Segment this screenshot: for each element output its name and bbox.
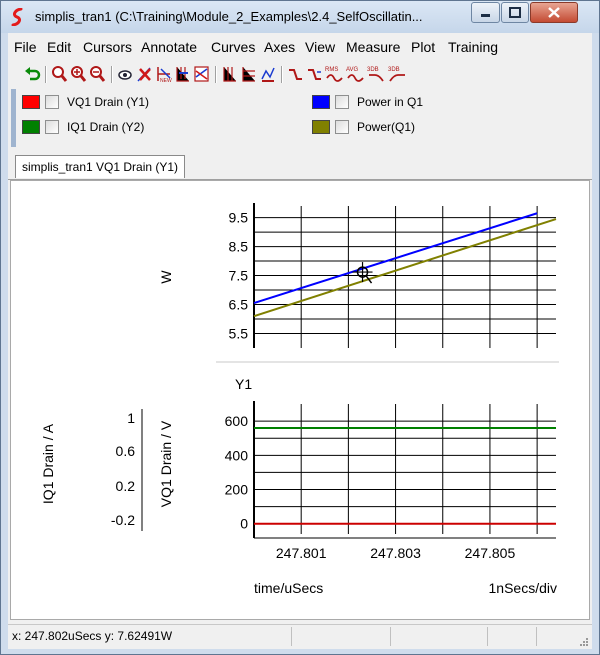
cursor-horizontal-icon[interactable] bbox=[240, 65, 257, 83]
maximize-icon bbox=[509, 7, 521, 18]
x-division-label: 1nSecs/div bbox=[489, 580, 557, 596]
delete-curve-icon[interactable] bbox=[136, 65, 153, 83]
axis-group-label: Y1 bbox=[235, 376, 252, 392]
cursor-vertical-icon[interactable] bbox=[221, 65, 238, 83]
svg-text:AVG: AVG bbox=[346, 67, 359, 73]
3db-high-icon[interactable]: 3DB bbox=[388, 65, 407, 83]
svg-text:3DB: 3DB bbox=[388, 67, 400, 73]
series-line-power-q1- bbox=[253, 218, 557, 318]
menu-cursors[interactable]: Cursors bbox=[83, 39, 132, 55]
resize-grip-icon[interactable] bbox=[578, 636, 588, 646]
y2-axis-label: IQ1 Drain / A bbox=[40, 423, 56, 504]
menu-annotate[interactable]: Annotate bbox=[141, 39, 197, 55]
legend-panel: VQ1 Drain (Y1) IQ1 Drain (Y2) Power in Q… bbox=[8, 89, 592, 149]
y2-tick-label: 0.6 bbox=[116, 443, 136, 459]
y-tick-label: 9.5 bbox=[229, 210, 249, 226]
x-readout: x: 247.802uSecs bbox=[12, 629, 102, 643]
legend-checkbox[interactable] bbox=[335, 95, 349, 109]
measure-icon[interactable] bbox=[259, 65, 276, 83]
legend-checkbox[interactable] bbox=[335, 120, 349, 134]
svg-text:3DB: 3DB bbox=[367, 67, 379, 73]
close-button[interactable] bbox=[530, 2, 578, 23]
legend-label: IQ1 Drain (Y2) bbox=[67, 120, 145, 134]
eye-icon[interactable] bbox=[117, 65, 134, 83]
minimize-button[interactable] bbox=[471, 2, 500, 23]
y2-tick-label: -0.2 bbox=[111, 512, 135, 528]
legend-color-swatch bbox=[312, 120, 330, 134]
svg-text:NEW: NEW bbox=[160, 78, 172, 83]
y-tick-label: 0 bbox=[240, 516, 248, 532]
simplis-app-icon bbox=[11, 8, 23, 26]
menu-bar: File Edit Cursors Annotate Curves Axes V… bbox=[8, 33, 592, 60]
legend-color-swatch bbox=[22, 95, 40, 109]
y-tick-label: 200 bbox=[225, 482, 249, 498]
app-window: simplis_tran1 (C:\Training\Module_2_Exam… bbox=[0, 0, 600, 655]
plot-area[interactable]: 9.5 8.5 7.5 6.5 5.5 W Y1 600 400 200 0 1 0.6 0.2 -0.2 I… bbox=[10, 180, 590, 620]
new-grid-icon[interactable]: NEW bbox=[155, 65, 172, 83]
title-bar[interactable]: simplis_tran1 (C:\Training\Module_2_Exam… bbox=[1, 1, 599, 33]
avg-icon[interactable]: AVG bbox=[346, 65, 365, 83]
zoom-out-icon[interactable] bbox=[89, 65, 106, 83]
menu-measure[interactable]: Measure bbox=[346, 39, 400, 55]
zoom-in-icon[interactable] bbox=[70, 65, 87, 83]
y-tick-label: 8.5 bbox=[229, 239, 249, 255]
close-icon bbox=[548, 7, 560, 18]
legend-checkbox[interactable] bbox=[45, 95, 59, 109]
rms-icon[interactable]: RMS bbox=[325, 65, 344, 83]
tab-simplis-tran1[interactable]: simplis_tran1 VQ1 Drain (Y1) bbox=[15, 155, 186, 178]
y-tick-label: 600 bbox=[225, 413, 249, 429]
maximize-button[interactable] bbox=[501, 2, 529, 23]
menu-plot[interactable]: Plot bbox=[411, 39, 435, 55]
legend-label: VQ1 Drain (Y1) bbox=[67, 95, 150, 109]
toolbar: NEW RMS AVG 3DB 3DB bbox=[8, 62, 592, 88]
status-bar: x: 247.802uSecs y: 7.62491W bbox=[8, 624, 592, 649]
legend-color-swatch bbox=[312, 95, 330, 109]
menu-axes[interactable]: Axes bbox=[264, 39, 295, 55]
y-axis-label: W bbox=[158, 270, 174, 284]
menu-training[interactable]: Training bbox=[448, 39, 498, 55]
y-readout: y: 7.62491W bbox=[104, 629, 173, 643]
y-tick-label: 7.5 bbox=[229, 268, 249, 284]
legend-checkbox[interactable] bbox=[45, 120, 59, 134]
legend-item-power-q1[interactable]: Power(Q1) bbox=[312, 119, 512, 137]
menu-edit[interactable]: Edit bbox=[47, 39, 71, 55]
x-axis-label: time/uSecs bbox=[254, 580, 323, 596]
legend-item-vq1-drain[interactable]: VQ1 Drain (Y1) bbox=[22, 94, 222, 112]
rise-icon[interactable] bbox=[287, 65, 304, 83]
fall-icon[interactable] bbox=[306, 65, 323, 83]
legend-label: Power in Q1 bbox=[357, 95, 424, 109]
menu-view[interactable]: View bbox=[305, 39, 335, 55]
cursor-readout: x: 247.802uSecs y: 7.62491W bbox=[12, 629, 172, 643]
tab-strip: simplis_tran1 VQ1 Drain (Y1) bbox=[8, 153, 592, 180]
legend-item-power-in-q1[interactable]: Power in Q1 bbox=[312, 94, 512, 112]
client-area: File Edit Cursors Annotate Curves Axes V… bbox=[8, 33, 592, 649]
window-title: simplis_tran1 (C:\Training\Module_2_Exam… bbox=[35, 9, 423, 24]
y-tick-label: 400 bbox=[225, 447, 249, 463]
svg-text:RMS: RMS bbox=[325, 67, 338, 73]
undo-icon[interactable] bbox=[24, 65, 41, 83]
y-tick-label: 6.5 bbox=[229, 297, 249, 313]
y2-tick-label: 1 bbox=[127, 410, 135, 426]
menu-file[interactable]: File bbox=[14, 39, 37, 55]
y-tick-label: 5.5 bbox=[229, 326, 249, 342]
legend-item-iq1-drain[interactable]: IQ1 Drain (Y2) bbox=[22, 119, 222, 137]
x-tick-label: 247.801 bbox=[276, 545, 327, 561]
legend-color-swatch bbox=[22, 120, 40, 134]
x-tick-label: 247.805 bbox=[465, 545, 516, 561]
y-axis-label: VQ1 Drain / V bbox=[158, 420, 174, 507]
x-tick-label: 247.803 bbox=[370, 545, 421, 561]
minimize-icon bbox=[481, 14, 490, 17]
menu-curves[interactable]: Curves bbox=[211, 39, 255, 55]
y2-tick-label: 0.2 bbox=[116, 478, 136, 494]
legend-label: Power(Q1) bbox=[357, 120, 416, 134]
3db-icon[interactable]: 3DB bbox=[367, 65, 386, 83]
new-axis-icon[interactable] bbox=[174, 65, 191, 83]
legend-splitter[interactable] bbox=[11, 89, 16, 147]
waveform-plot[interactable]: 9.5 8.5 7.5 6.5 5.5 W Y1 600 400 200 0 1 0.6 0.2 -0.2 I… bbox=[11, 181, 589, 619]
zoom-box-icon[interactable] bbox=[51, 65, 68, 83]
stack-icon[interactable] bbox=[193, 65, 210, 83]
